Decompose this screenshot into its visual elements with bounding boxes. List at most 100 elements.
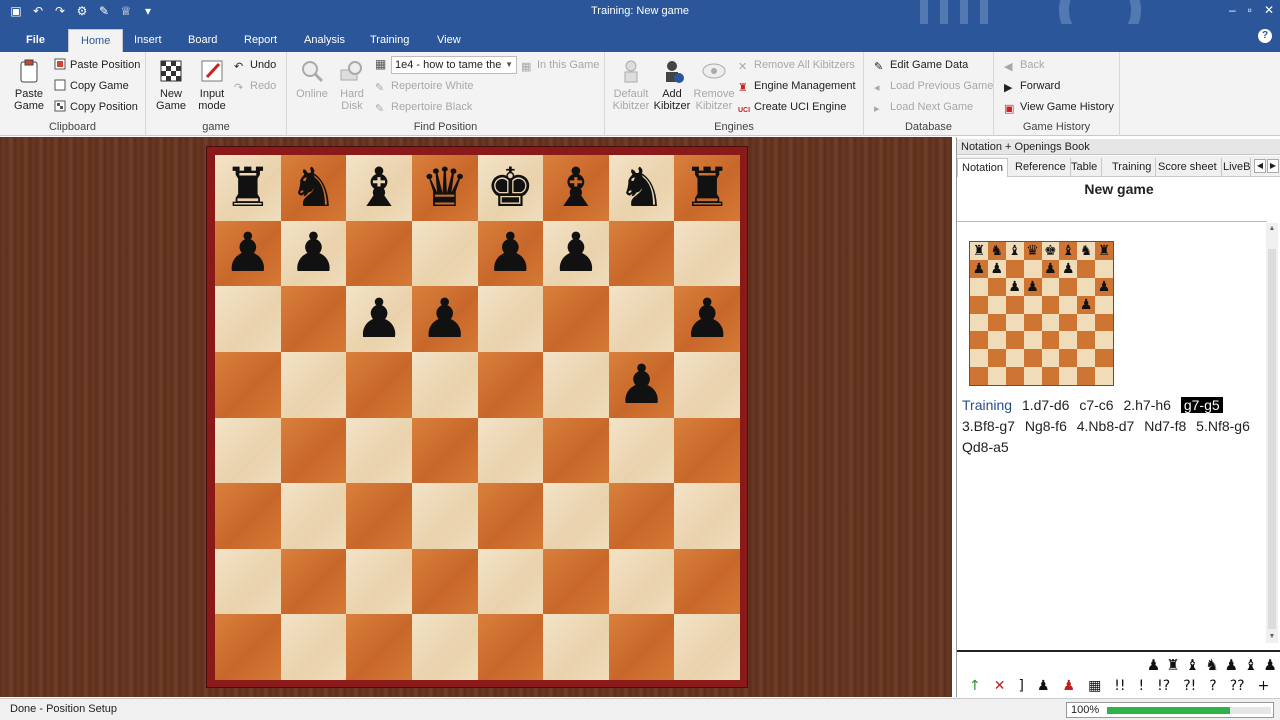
square-g8[interactable]: ♞ bbox=[608, 155, 675, 221]
tab-training-panel[interactable]: Training bbox=[1108, 158, 1157, 177]
square-e2[interactable] bbox=[477, 548, 544, 615]
minimize-icon[interactable]: – bbox=[1229, 3, 1236, 17]
move-token[interactable]: 2.h7-h6 bbox=[1123, 397, 1170, 413]
tab-notation[interactable]: Notation bbox=[957, 158, 1008, 177]
square-g4[interactable] bbox=[608, 417, 675, 484]
remove-kibitzer-button[interactable]: Remove Kibitzer bbox=[693, 56, 735, 112]
annotation-tool-icon[interactable]: ?? bbox=[1230, 678, 1245, 694]
repertoire-white-button[interactable]: ✎ Repertoire White bbox=[375, 77, 474, 95]
tab-analysis[interactable]: Analysis bbox=[292, 29, 357, 52]
chessboard[interactable]: ♜ ♞ ♝ ♛ ♚ ♝ ♞ ♜ ♟ ♟ ♟ ♟ ♟ ♟ ♟ ♟ bbox=[215, 155, 740, 680]
create-uci-engine-button[interactable]: UCI Create UCI Engine bbox=[738, 98, 846, 116]
square-e4[interactable] bbox=[477, 417, 544, 484]
annotation-tool-icon[interactable]: ! bbox=[1139, 678, 1145, 694]
annotation-tool-icon[interactable]: ?! bbox=[1183, 678, 1196, 694]
notation-label[interactable]: Training bbox=[962, 397, 1012, 413]
paste-game-button[interactable]: Paste Game bbox=[8, 56, 50, 112]
undo-button[interactable]: ↶ Undo bbox=[234, 56, 276, 74]
square-b6[interactable] bbox=[280, 286, 347, 352]
square-b5[interactable] bbox=[280, 351, 347, 418]
square-a6[interactable] bbox=[215, 286, 281, 352]
square-f7[interactable]: ♟ bbox=[543, 220, 609, 287]
tab-home[interactable]: Home bbox=[68, 29, 124, 52]
annotation-tool-icon[interactable]: + bbox=[1258, 678, 1270, 694]
square-d4[interactable] bbox=[411, 417, 478, 484]
back-button[interactable]: ◀ Back bbox=[1004, 56, 1044, 74]
scroll-up-icon[interactable]: ▲ bbox=[1266, 223, 1278, 235]
annotation-tool-icon[interactable]: ♟ bbox=[1037, 678, 1050, 694]
tab-insert[interactable]: Insert bbox=[122, 29, 174, 52]
square-c5[interactable] bbox=[346, 351, 412, 418]
forward-button[interactable]: ▶ Forward bbox=[1004, 77, 1060, 95]
square-d5[interactable] bbox=[411, 351, 478, 418]
square-g6[interactable] bbox=[608, 286, 675, 352]
square-a7[interactable]: ♟ bbox=[215, 220, 281, 287]
annotation-tool-icon[interactable]: !? bbox=[1157, 678, 1170, 694]
square-g2[interactable] bbox=[608, 548, 675, 615]
square-h3[interactable] bbox=[674, 483, 740, 549]
square-e8[interactable]: ♚ bbox=[477, 155, 544, 221]
piece-tool-icon[interactable]: ♟ bbox=[1264, 656, 1277, 674]
zoom-track[interactable] bbox=[1107, 707, 1271, 714]
square-b1[interactable] bbox=[280, 614, 347, 680]
square-g7[interactable] bbox=[608, 220, 675, 287]
input-mode-button[interactable]: Input mode bbox=[192, 56, 232, 112]
square-b8[interactable]: ♞ bbox=[280, 155, 347, 221]
square-a2[interactable] bbox=[215, 548, 281, 615]
move-token[interactable]: Ng8-f6 bbox=[1025, 418, 1067, 434]
annotation-tool-icon[interactable]: ↑ bbox=[969, 678, 981, 694]
square-h2[interactable] bbox=[674, 548, 740, 615]
copy-game-button[interactable]: Copy Game bbox=[54, 77, 129, 95]
square-c1[interactable] bbox=[346, 614, 412, 680]
square-h7[interactable] bbox=[674, 220, 740, 287]
square-g1[interactable] bbox=[608, 614, 675, 680]
move-token[interactable]: Qd8-a5 bbox=[962, 439, 1009, 455]
tab-score-sheet[interactable]: Score sheet bbox=[1154, 158, 1222, 177]
move-token[interactable]: 3.Bf8-g7 bbox=[962, 418, 1015, 434]
view-game-history-button[interactable]: ▣ View Game History bbox=[1004, 98, 1114, 116]
square-c2[interactable] bbox=[346, 548, 412, 615]
square-f4[interactable] bbox=[543, 417, 609, 484]
piece-tool-icon[interactable]: ♝ bbox=[1186, 656, 1199, 674]
square-a5[interactable] bbox=[215, 351, 281, 418]
zoom-control[interactable]: 100% bbox=[1066, 702, 1274, 718]
maximize-icon[interactable]: ▫ bbox=[1248, 3, 1252, 17]
square-f8[interactable]: ♝ bbox=[543, 155, 609, 221]
move-token[interactable]: Nd7-f8 bbox=[1144, 418, 1186, 434]
piece-tool-icon[interactable]: ♝ bbox=[1244, 656, 1257, 674]
piece-tool-icon[interactable]: ♟ bbox=[1147, 656, 1160, 674]
engine-management-button[interactable]: ♜ Engine Management bbox=[738, 77, 856, 95]
move-token[interactable]: 5.Nf8-g6 bbox=[1196, 418, 1250, 434]
in-this-game-button[interactable]: ▦ In this Game bbox=[521, 56, 599, 74]
load-previous-game-button[interactable]: ◂ Load Previous Game bbox=[874, 77, 993, 95]
square-d2[interactable] bbox=[411, 548, 478, 615]
square-f3[interactable] bbox=[543, 483, 609, 549]
piece-tool-icon[interactable]: ♟ bbox=[1225, 656, 1238, 674]
remove-all-kibitzers-button[interactable]: ✕ Remove All Kibitzers bbox=[738, 56, 855, 74]
square-a3[interactable] bbox=[215, 483, 281, 549]
square-e6[interactable] bbox=[477, 286, 544, 352]
notation-scrollbar[interactable]: ▲ ▼ bbox=[1266, 223, 1278, 643]
move-token[interactable]: g7-g5 bbox=[1180, 397, 1223, 413]
annotation-tool-icon[interactable]: !! bbox=[1114, 678, 1125, 694]
square-d6[interactable]: ♟ bbox=[411, 286, 478, 352]
square-a1[interactable] bbox=[215, 614, 281, 680]
tab-scroll-left-icon[interactable]: ◀ bbox=[1254, 159, 1266, 173]
tab-table[interactable]: Table bbox=[1067, 158, 1103, 177]
square-f6[interactable] bbox=[543, 286, 609, 352]
square-f5[interactable] bbox=[543, 351, 609, 418]
square-e1[interactable] bbox=[477, 614, 544, 680]
tab-view[interactable]: View bbox=[425, 29, 473, 52]
square-h8[interactable]: ♜ bbox=[674, 155, 740, 221]
square-b7[interactable]: ♟ bbox=[280, 220, 347, 287]
square-d7[interactable] bbox=[411, 220, 478, 287]
default-kibitzer-button[interactable]: Default Kibitzer bbox=[611, 56, 651, 112]
square-h6[interactable]: ♟ bbox=[674, 286, 740, 352]
tab-training[interactable]: Training bbox=[358, 29, 421, 52]
square-d8[interactable]: ♛ bbox=[411, 155, 478, 221]
load-next-game-button[interactable]: ▸ Load Next Game bbox=[874, 98, 973, 116]
square-e5[interactable] bbox=[477, 351, 544, 418]
square-e7[interactable]: ♟ bbox=[477, 220, 544, 287]
square-b4[interactable] bbox=[280, 417, 347, 484]
annotation-tool-icon[interactable]: ✕ bbox=[994, 678, 1006, 694]
